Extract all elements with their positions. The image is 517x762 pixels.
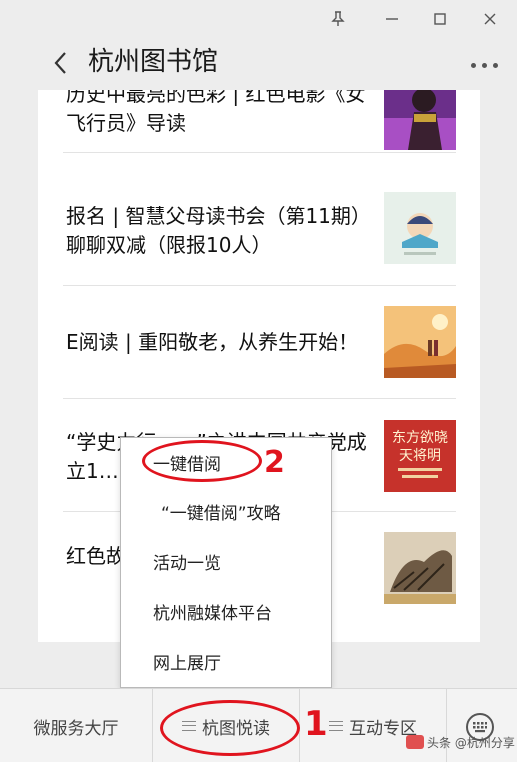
divider xyxy=(63,285,456,286)
divider xyxy=(63,398,456,399)
toutiao-logo-icon xyxy=(406,735,424,749)
annotation-number: 2 xyxy=(264,445,285,480)
divider xyxy=(63,152,456,153)
pin-icon[interactable] xyxy=(324,6,352,32)
menu-item-media-platform[interactable]: 杭州融媒体平台 xyxy=(153,603,272,625)
article-title: E阅读 | 重阳敬老，从养生开始！ xyxy=(66,330,359,354)
menu-lines-icon xyxy=(329,721,343,731)
chevron-left-icon[interactable] xyxy=(48,48,74,78)
tab-micro-service-hall[interactable]: 微服务大厅 xyxy=(0,689,152,762)
article-title: 历史中最亮的色彩 | 红色电影《女飞行员》导读 xyxy=(66,90,366,135)
menu-item-borrow-guide[interactable]: “一键借阅”攻略 xyxy=(161,503,281,525)
menu-item-activities[interactable]: 活动一览 xyxy=(153,553,221,575)
annotation-ellipse xyxy=(160,700,300,756)
tab-label: 微服务大厅 xyxy=(33,718,119,739)
svg-text:天将明: 天将明 xyxy=(399,448,441,464)
watermark-text: 头条 @杭州分享 xyxy=(427,736,515,750)
book-cover-thumbnail: 东方欲晓 天将明 xyxy=(384,420,456,492)
maximize-icon[interactable] xyxy=(426,6,454,32)
list-item[interactable]: 报名 | 智慧父母读书会（第11期）聊聊双减（限报10人） xyxy=(63,192,456,264)
menu-item-online-exhibition[interactable]: 网上展厅 xyxy=(153,653,221,675)
more-icon[interactable] xyxy=(464,50,504,80)
article-title: 报名 | 智慧父母读书会（第11期）聊聊双减（限报10人） xyxy=(66,204,371,257)
annotation-ellipse xyxy=(142,440,262,482)
woodcut-thumbnail xyxy=(384,532,456,604)
list-item[interactable]: E阅读 | 重阳敬老，从养生开始！ xyxy=(63,306,456,378)
divider xyxy=(446,689,447,762)
annotation-number: 1 xyxy=(304,704,328,744)
window-titlebar xyxy=(0,0,517,36)
minimize-icon[interactable] xyxy=(378,6,406,32)
list-item[interactable]: 历史中最亮的色彩 | 红色电影《女飞行员》导读 xyxy=(63,90,456,150)
svg-text:东方欲晓: 东方欲晓 xyxy=(392,430,448,446)
film-poster-thumbnail xyxy=(384,90,456,150)
reading-club-thumbnail xyxy=(384,192,456,264)
watermark: 头条 @杭州分享 xyxy=(406,734,515,751)
page-header: 杭州图书馆 xyxy=(0,36,517,90)
close-icon[interactable] xyxy=(476,6,504,32)
autumn-scene-thumbnail xyxy=(384,306,456,378)
page-title: 杭州图书馆 xyxy=(88,47,219,77)
